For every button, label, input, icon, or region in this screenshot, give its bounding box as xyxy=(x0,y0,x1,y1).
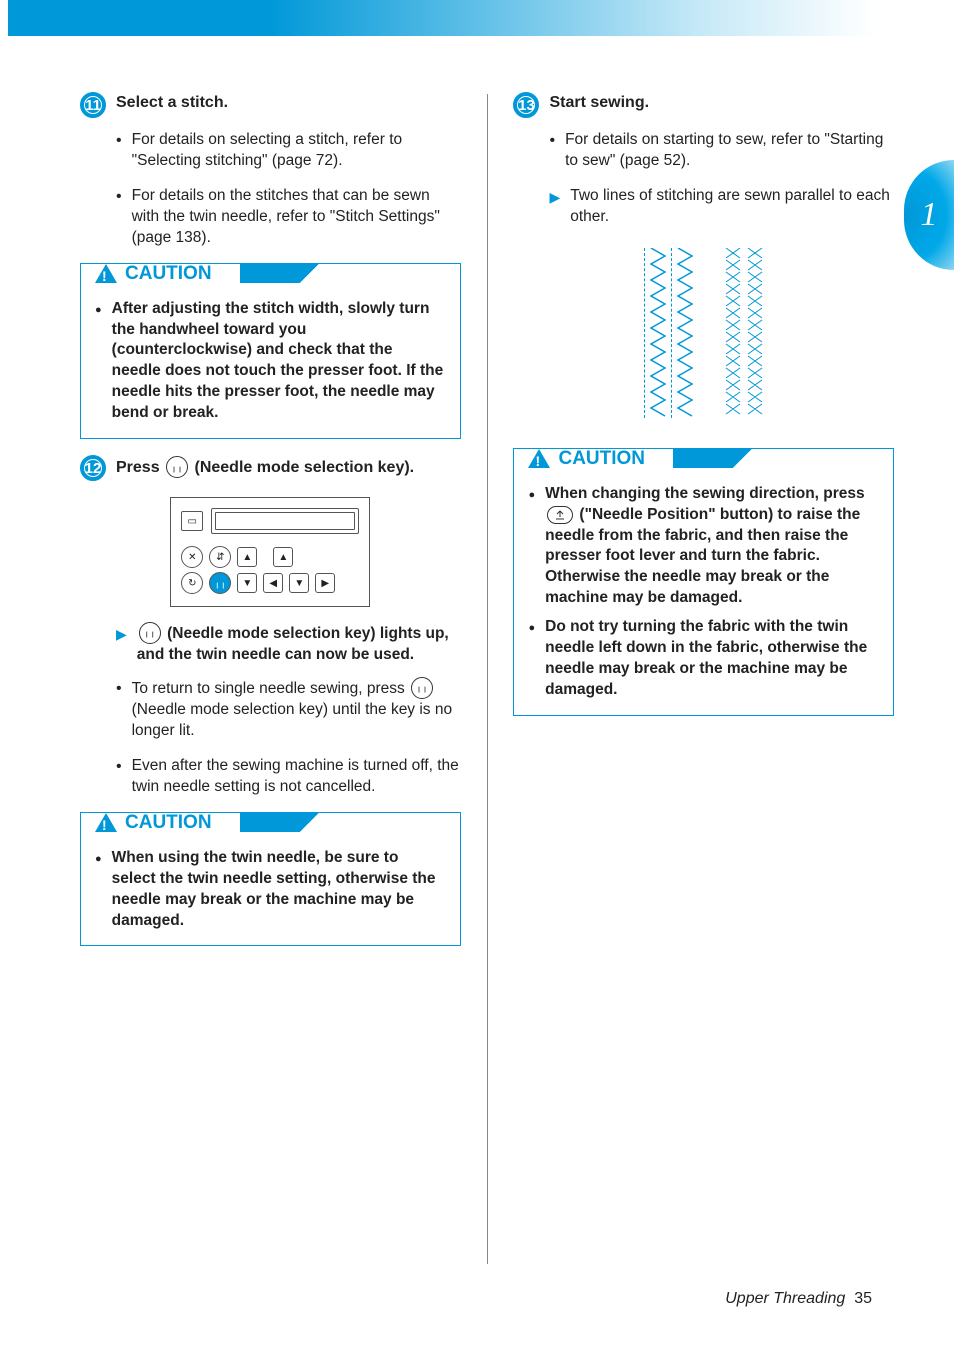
caution-box-2: CAUTION When using the twin needle, be s… xyxy=(80,812,461,947)
triangle-icon: ▶ xyxy=(549,188,560,228)
content: 11 Select a stitch. For details on selec… xyxy=(0,36,954,1264)
step-13-bullet-1: For details on starting to sew, refer to… xyxy=(565,130,894,172)
warning-icon xyxy=(95,264,117,283)
panel-button-speed: ↻ xyxy=(181,572,203,594)
panel-left: ◀ xyxy=(263,573,283,593)
step-12-bullet-2: Even after the sewing machine is turned … xyxy=(132,756,461,798)
panel-display xyxy=(211,508,359,534)
step-12: 12 Press ╷╷ (Needle mode selection key). xyxy=(80,457,461,481)
caution-box-3: CAUTION When changing the sewing directi… xyxy=(513,448,894,716)
step-badge-12: 12 xyxy=(80,455,106,481)
caution-1-text: After adjusting the stitch width, slowly… xyxy=(112,299,446,425)
step-badge-13: 13 xyxy=(513,92,539,118)
step-11-title: Select a stitch. xyxy=(116,94,228,118)
footer-page-number: 35 xyxy=(854,1290,872,1307)
step-13: 13 Start sewing. xyxy=(513,94,894,118)
caution-3-item-1: When changing the sewing direction, pres… xyxy=(545,484,879,610)
warning-icon xyxy=(528,449,550,468)
left-column: 11 Select a stitch. For details on selec… xyxy=(80,94,461,1264)
caution-label-1: CAUTION xyxy=(125,263,212,285)
caution-label-3: CAUTION xyxy=(558,448,645,470)
step-12-result: ▶ ╷╷ (Needle mode selection key) lights … xyxy=(116,623,461,666)
step-11-bullet-2: For details on the stitches that can be … xyxy=(132,186,461,249)
panel-down-2: ▼ xyxy=(289,573,309,593)
step-11: 11 Select a stitch. xyxy=(80,94,461,118)
panel-down-1: ▼ xyxy=(237,573,257,593)
step-13-title: Start sewing. xyxy=(549,94,649,118)
needle-mode-key-icon: ╷╷ xyxy=(166,456,188,478)
needle-mode-key-icon: ╷╷ xyxy=(411,677,433,699)
zigzag-stitch-2 xyxy=(676,248,694,418)
zigzag-stitch-1 xyxy=(649,248,667,418)
triangle-icon: ▶ xyxy=(116,625,127,666)
warning-icon xyxy=(95,813,117,832)
right-column: 13 Start sewing. For details on starting… xyxy=(513,94,894,1264)
needle-position-button-icon xyxy=(547,506,573,524)
control-panel-figure: ▭ ✕ ⇵ ▲ ▲ ↻ ╷╷ ▼ ◀ xyxy=(170,497,370,607)
caution-3-item-2: Do not try turning the fabric with the t… xyxy=(545,617,879,701)
panel-up-1: ▲ xyxy=(237,547,257,567)
cross-stitch-2 xyxy=(746,248,764,418)
footer-section-title: Upper Threading xyxy=(725,1290,845,1307)
stitch-figure xyxy=(604,248,804,428)
column-divider xyxy=(487,94,488,1264)
step-12-bullet-1: To return to single needle sewing, press… xyxy=(132,678,461,742)
panel-button-cut: ✕ xyxy=(181,546,203,568)
step-13-result: ▶ Two lines of stitching are sewn parall… xyxy=(549,186,894,228)
header-bar xyxy=(8,0,874,36)
cross-stitch-1 xyxy=(724,248,742,418)
panel-button-needle-pos: ⇵ xyxy=(209,546,231,568)
panel-screen-icon: ▭ xyxy=(181,511,203,531)
step-11-bullet-1: For details on selecting a stitch, refer… xyxy=(132,130,461,172)
caution-label-2: CAUTION xyxy=(125,812,212,834)
panel-up-2: ▲ xyxy=(273,547,293,567)
panel-right: ▶ xyxy=(315,573,335,593)
caution-2-text: When using the twin needle, be sure to s… xyxy=(112,848,446,932)
step-badge-11: 11 xyxy=(80,92,106,118)
caution-box-1: CAUTION After adjusting the stitch width… xyxy=(80,263,461,440)
needle-mode-key-icon: ╷╷ xyxy=(139,622,161,644)
panel-button-needle-mode: ╷╷ xyxy=(209,572,231,594)
page-footer: Upper Threading 35 xyxy=(725,1290,872,1308)
step-12-title: Press ╷╷ (Needle mode selection key). xyxy=(116,457,414,481)
